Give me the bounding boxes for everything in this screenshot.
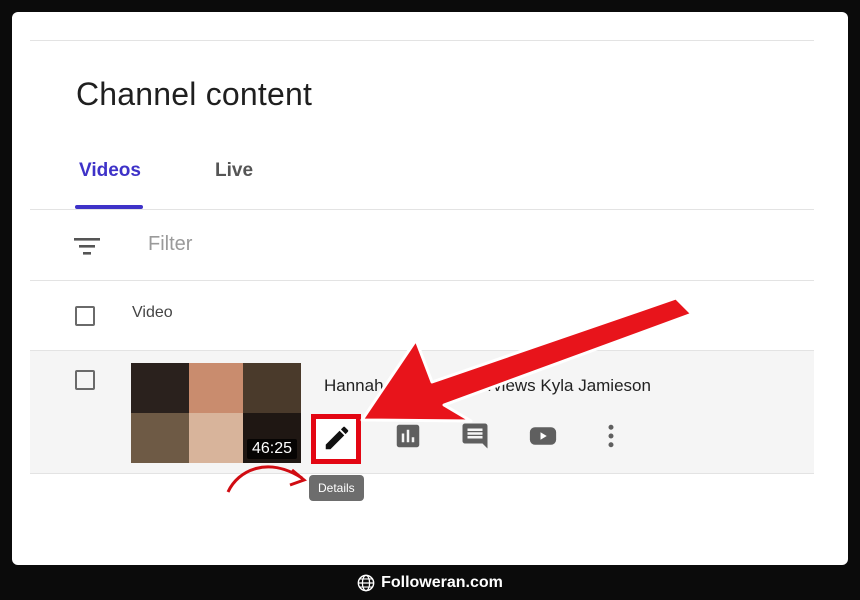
filter-icon[interactable] xyxy=(72,234,102,258)
youtube-icon[interactable] xyxy=(528,421,558,451)
video-title[interactable]: Hannah Montana Interviews Kyla Jamieson xyxy=(324,376,651,396)
thumbnail-tile xyxy=(189,363,243,413)
more-vert-icon[interactable] xyxy=(596,421,626,451)
watermark-text: Followeran.com xyxy=(381,573,503,591)
studio-panel: Channel content Videos Live Filter Video… xyxy=(12,12,848,565)
top-divider xyxy=(30,40,814,41)
select-all-checkbox[interactable] xyxy=(75,306,95,326)
column-header-video: Video xyxy=(132,304,173,321)
tabs-divider xyxy=(30,209,814,210)
pencil-icon[interactable] xyxy=(322,423,352,453)
tab-videos[interactable]: Videos xyxy=(79,160,141,182)
row-checkbox[interactable] xyxy=(75,370,95,390)
watermark-bar: Followeran.com xyxy=(0,565,860,600)
page-title: Channel content xyxy=(76,76,313,112)
tab-live[interactable]: Live xyxy=(215,160,253,182)
video-duration: 46:25 xyxy=(246,439,297,459)
thumbnail-tile xyxy=(131,363,189,413)
filter-input[interactable]: Filter xyxy=(148,233,192,256)
row-divider xyxy=(30,473,814,474)
details-tooltip: Details xyxy=(309,475,364,501)
thumbnail-tile xyxy=(131,413,189,463)
globe-icon xyxy=(357,574,375,591)
thumbnail-tile xyxy=(189,413,243,463)
video-thumbnail[interactable]: 46:25 xyxy=(131,363,301,463)
comments-icon[interactable] xyxy=(460,421,490,451)
analytics-icon[interactable] xyxy=(393,421,423,451)
filter-divider xyxy=(30,280,814,281)
thumbnail-tile xyxy=(243,363,301,413)
